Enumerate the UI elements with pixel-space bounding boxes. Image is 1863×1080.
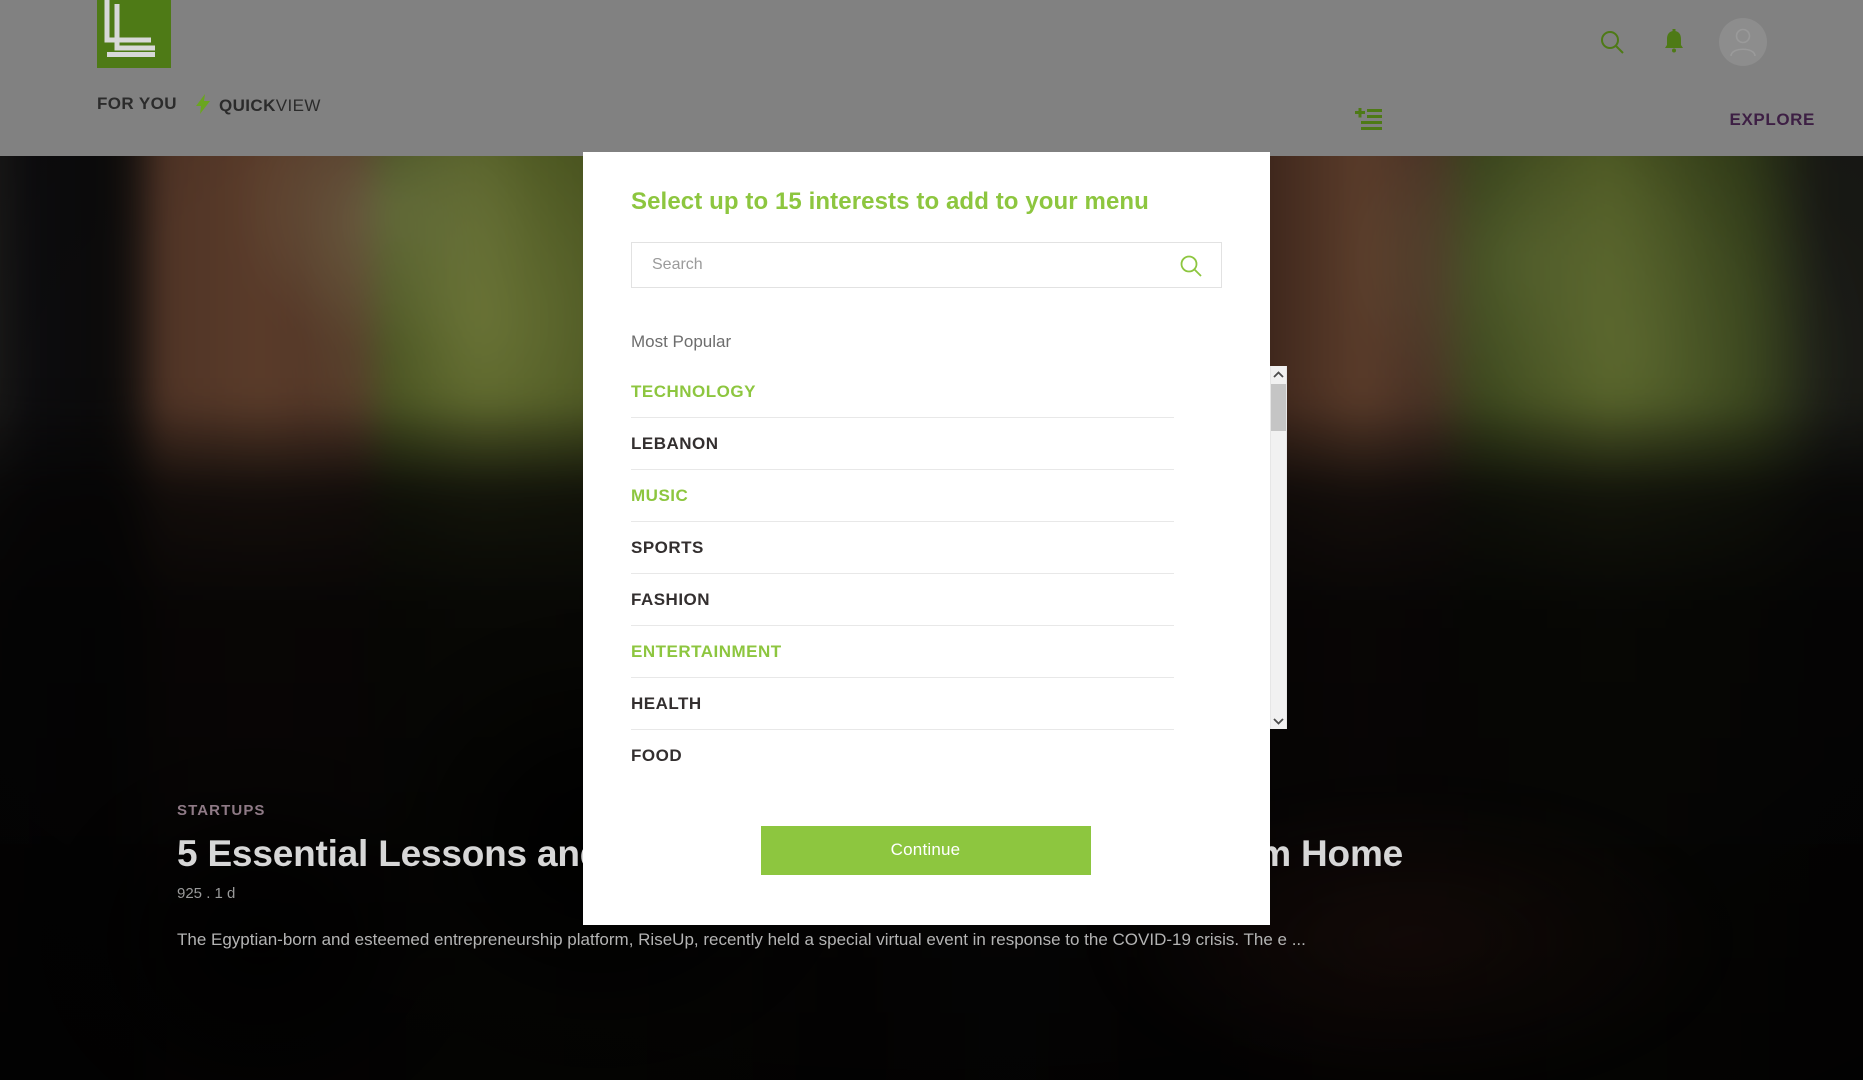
chevron-down-icon[interactable] <box>1271 712 1286 729</box>
article-description: The Egyptian-born and esteemed entrepren… <box>177 930 1306 950</box>
chevron-down-glyph <box>1273 717 1284 725</box>
search-icon[interactable] <box>1179 254 1203 283</box>
nav-quickview-light: VIEW <box>275 96 321 115</box>
interests-modal: Select up to 15 interests to add to your… <box>583 152 1287 925</box>
scrollbar-thumb[interactable] <box>1271 384 1286 431</box>
nav-item-for-you[interactable]: FOR YOU <box>97 94 177 114</box>
interest-list-scrollbar[interactable] <box>1270 366 1287 729</box>
interest-item[interactable]: SPORTS <box>631 522 1174 574</box>
search-glyph <box>1180 255 1202 277</box>
user-avatar-icon <box>1730 28 1756 57</box>
interest-item[interactable]: MUSIC <box>631 470 1174 522</box>
interest-item[interactable]: FOOD <box>631 730 1174 775</box>
interest-item[interactable]: LEBANON <box>631 418 1174 470</box>
interest-list-area: TECHNOLOGY LEBANON MUSIC SPORTS FASHION ENTER… <box>631 366 1287 775</box>
chevron-up-icon[interactable] <box>1271 366 1286 383</box>
search-icon[interactable] <box>1595 25 1629 59</box>
bell-icon[interactable] <box>1657 25 1691 59</box>
section-label-most-popular: Most Popular <box>631 332 732 351</box>
avatar[interactable] <box>1719 18 1767 66</box>
modal-title: Select up to 15 interests to add to your… <box>631 188 1149 215</box>
bell-glyph <box>1665 29 1683 53</box>
site-header: FOR YOU QUICKVIEW EXPLORE <box>0 0 1863 156</box>
interest-item[interactable]: HEALTH <box>631 678 1174 730</box>
add-to-list-icon[interactable] <box>1355 107 1383 137</box>
primary-nav: FOR YOU QUICKVIEW <box>0 82 1863 134</box>
logo-icon <box>97 0 171 68</box>
search-glyph <box>1601 31 1624 54</box>
interest-item[interactable]: TECHNOLOGY <box>631 366 1174 418</box>
app-root: STARTUPS 5 Essential Lessons and Eye-Ope… <box>0 0 1863 1080</box>
search-input[interactable] <box>632 243 1221 287</box>
modal-footer: Continue <box>583 775 1270 925</box>
interest-list[interactable]: TECHNOLOGY LEBANON MUSIC SPORTS FASHION ENTER… <box>631 366 1184 775</box>
logo-mark[interactable] <box>97 0 171 68</box>
bolt-icon <box>196 94 210 118</box>
bolt-glyph <box>196 94 210 114</box>
chevron-up-glyph <box>1273 370 1284 378</box>
nav-quickview-strong: QUICK <box>219 96 276 115</box>
continue-button[interactable]: Continue <box>760 825 1091 875</box>
nav-item-explore[interactable]: EXPLORE <box>1730 110 1815 130</box>
interest-item[interactable]: FASHION <box>631 574 1174 626</box>
add-to-list-glyph <box>1355 107 1382 130</box>
interest-search-field[interactable] <box>631 242 1222 288</box>
interest-item[interactable]: ENTERTAINMENT <box>631 626 1174 678</box>
nav-item-quickview[interactable]: QUICKVIEW <box>196 94 321 118</box>
header-actions <box>1595 18 1863 66</box>
